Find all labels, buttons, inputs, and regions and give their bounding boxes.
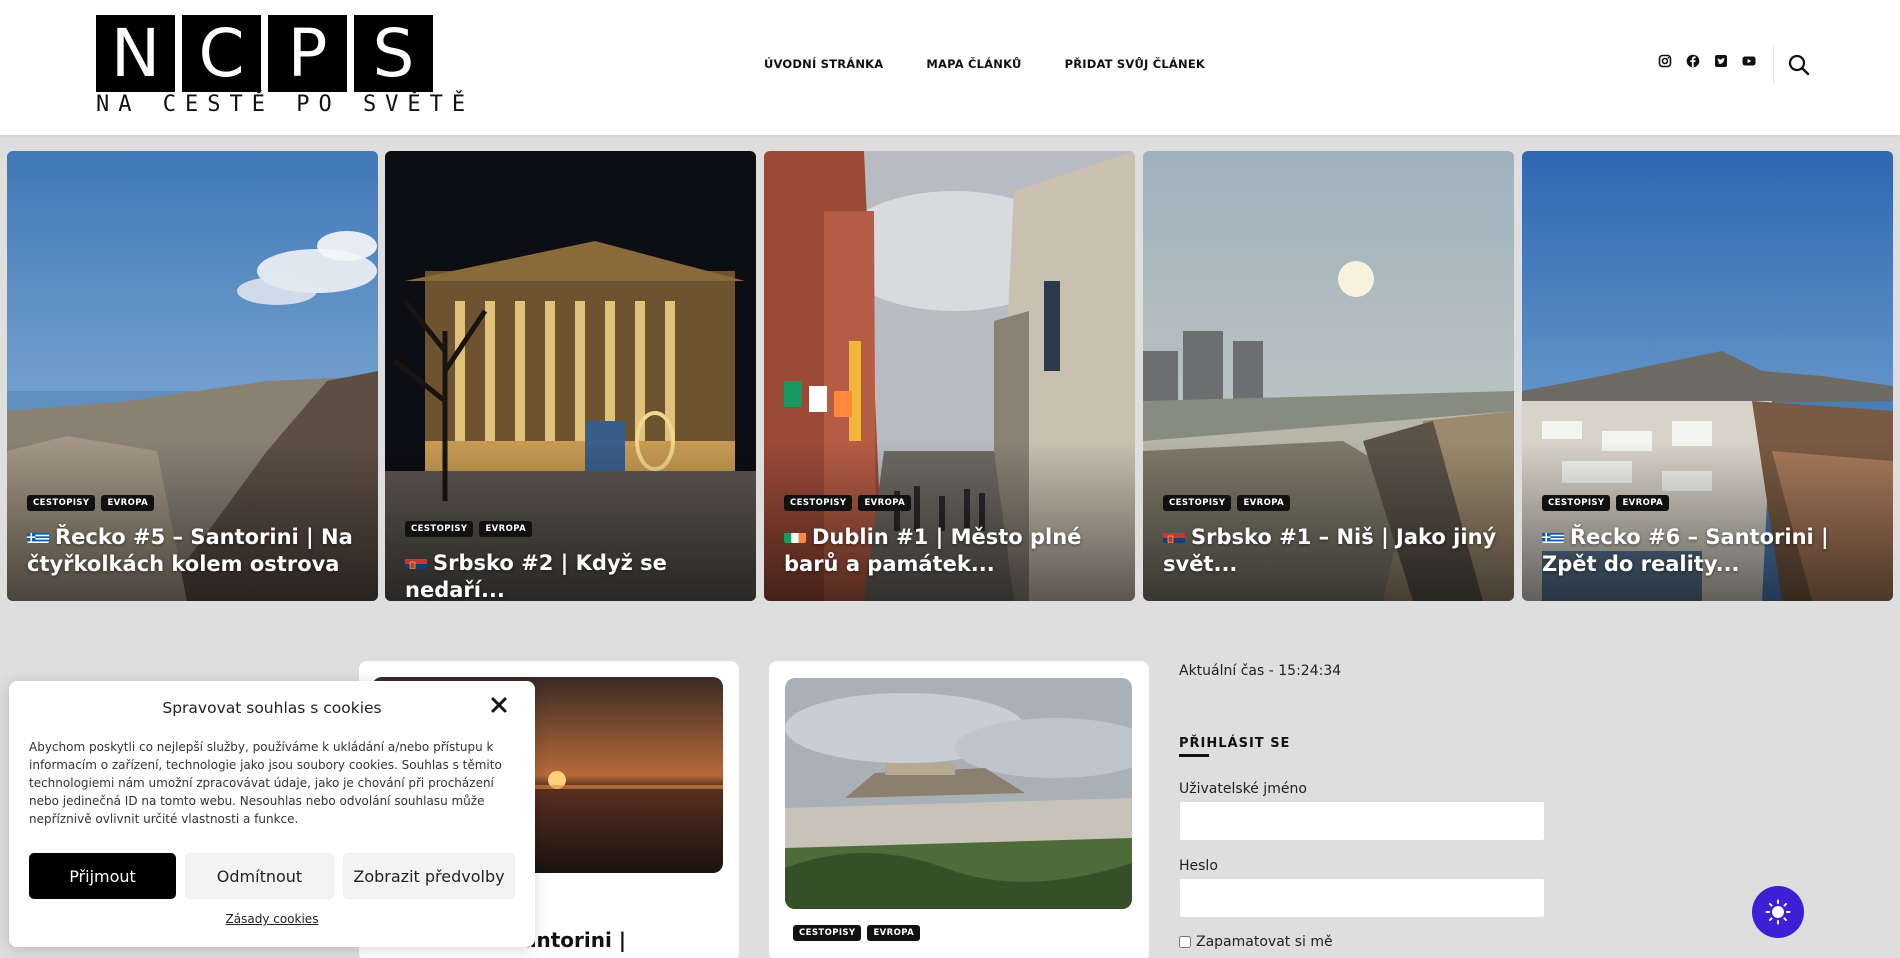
cookie-description: Abychom poskytli co nejlepší služby, pou… bbox=[29, 740, 502, 826]
category-tag[interactable]: CESTOPISY bbox=[793, 925, 862, 941]
greece-flag-icon bbox=[1542, 528, 1564, 543]
slide-title[interactable]: Řecko #6 – Santorini | Zpět do reality..… bbox=[1542, 524, 1879, 578]
slide-title-text: Řecko #5 – Santorini | Na čtyřkolkách ko… bbox=[27, 525, 353, 576]
youtube-icon[interactable] bbox=[1742, 53, 1756, 67]
slide-title[interactable]: Řecko #5 – Santorini | Na čtyřkolkách ko… bbox=[27, 524, 364, 578]
main-nav: ÚVODNÍ STRÁNKA MAPA ČLÁNKŮ PŘIDAT SVŮJ Č… bbox=[764, 57, 1205, 71]
slider-card[interactable]: CESTOPISY EVROPA Řecko #6 – Santorini | … bbox=[1522, 151, 1893, 601]
slider-card[interactable]: CESTOPISY EVROPA Srbsko #1 – Niš | Jako … bbox=[1143, 151, 1514, 601]
category-tag[interactable]: CESTOPISY bbox=[1542, 495, 1611, 511]
social-links bbox=[1658, 53, 1756, 68]
category-tag[interactable]: CESTOPISY bbox=[1163, 495, 1232, 511]
greece-flag-icon bbox=[27, 528, 49, 543]
category-tag[interactable]: CESTOPISY bbox=[405, 521, 474, 537]
username-input[interactable] bbox=[1179, 801, 1545, 841]
logo-letter: S bbox=[354, 15, 433, 92]
nav-add-article[interactable]: PŘIDAT SVŮJ ČLÁNEK bbox=[1065, 57, 1205, 71]
slide-title[interactable]: Srbsko #2 | Když se nedaří... bbox=[405, 550, 742, 601]
slide-categories: CESTOPISY EVROPA bbox=[1542, 495, 1670, 511]
preferences-button[interactable]: Zobrazit předvolby bbox=[343, 853, 515, 899]
slide-title-text: Dublin #1 | Město plné barů a památek... bbox=[784, 525, 1082, 576]
cookie-policy-link[interactable]: Zásady cookies bbox=[9, 912, 535, 926]
slider-card[interactable]: CESTOPISY EVROPA Dublin #1 | Město plné … bbox=[764, 151, 1135, 601]
slide-categories: CESTOPISY EVROPA bbox=[27, 495, 155, 511]
nav-home[interactable]: ÚVODNÍ STRÁNKA bbox=[764, 57, 883, 71]
category-tag[interactable]: EVROPA bbox=[1237, 495, 1291, 511]
category-tag[interactable]: EVROPA bbox=[1616, 495, 1670, 511]
ireland-flag-icon bbox=[784, 528, 806, 543]
slide-title-text: Řecko #6 – Santorini | Zpět do reality..… bbox=[1542, 525, 1829, 576]
header-divider bbox=[1773, 46, 1774, 84]
site-header: N C P S NA CESTĚ PO SVĚTĚ ÚVODNÍ STRÁNKA… bbox=[0, 0, 1900, 135]
search-icon[interactable] bbox=[1787, 53, 1811, 77]
slide-categories: CESTOPISY EVROPA bbox=[405, 521, 533, 537]
sun-icon bbox=[1765, 899, 1791, 925]
remember-checkbox[interactable] bbox=[1179, 936, 1191, 948]
cookie-title: Spravovat souhlas s cookies bbox=[162, 699, 382, 717]
slide-title-text: Srbsko #2 | Když se nedaří... bbox=[405, 551, 667, 601]
category-tag[interactable]: CESTOPISY bbox=[784, 495, 853, 511]
slide-categories: CESTOPISY EVROPA bbox=[1163, 495, 1291, 511]
slide-title-text: Srbsko #1 – Niš | Jako jiný svět... bbox=[1163, 525, 1497, 576]
dark-mode-toggle[interactable] bbox=[1752, 886, 1804, 938]
twitter-icon[interactable] bbox=[1714, 53, 1728, 67]
slide-title[interactable]: Dublin #1 | Město plné barů a památek... bbox=[784, 524, 1121, 578]
post-categories: CESTOPISY EVROPA bbox=[793, 925, 921, 941]
cookie-actions: Přijmout Odmítnout Zobrazit předvolby bbox=[29, 853, 515, 899]
category-tag[interactable]: EVROPA bbox=[479, 521, 533, 537]
post-card[interactable]: CESTOPISY EVROPA bbox=[769, 661, 1149, 958]
facebook-icon[interactable] bbox=[1686, 53, 1700, 68]
category-tag[interactable]: EVROPA bbox=[858, 495, 912, 511]
logo-letter: N bbox=[96, 15, 175, 92]
featured-slider: CESTOPISY EVROPA Řecko #5 – Santorini | … bbox=[7, 151, 1893, 601]
deny-button[interactable]: Odmítnout bbox=[185, 853, 334, 899]
password-label: Heslo bbox=[1179, 858, 1218, 874]
current-time: Aktuální čas - 15:24:34 bbox=[1179, 663, 1342, 679]
slider-card[interactable]: CESTOPISY EVROPA Srbsko #2 | Když se ned… bbox=[385, 151, 756, 601]
remember-me[interactable]: Zapamatovat si mě bbox=[1179, 934, 1333, 950]
nav-article-map[interactable]: MAPA ČLÁNKŮ bbox=[926, 57, 1021, 71]
serbia-flag-icon bbox=[405, 554, 427, 569]
accept-button[interactable]: Přijmout bbox=[29, 853, 176, 899]
post-title[interactable]: antorini | bbox=[523, 926, 626, 954]
category-tag[interactable]: CESTOPISY bbox=[27, 495, 96, 511]
category-tag[interactable]: EVROPA bbox=[867, 925, 921, 941]
site-logo[interactable]: N C P S NA CESTĚ PO SVĚTĚ bbox=[96, 15, 475, 117]
slide-categories: CESTOPISY EVROPA bbox=[784, 495, 912, 511]
post-thumbnail[interactable] bbox=[785, 678, 1132, 909]
logo-letter: P bbox=[268, 15, 347, 92]
logo-letter: C bbox=[182, 15, 261, 92]
heading-underline bbox=[1179, 754, 1209, 757]
username-label: Uživatelské jméno bbox=[1179, 781, 1307, 797]
cookie-consent-banner: Spravovat souhlas s cookies Abychom posk… bbox=[9, 681, 535, 947]
slider-card[interactable]: CESTOPISY EVROPA Řecko #5 – Santorini | … bbox=[7, 151, 378, 601]
close-icon[interactable] bbox=[489, 695, 509, 715]
password-input[interactable] bbox=[1179, 878, 1545, 918]
remember-label: Zapamatovat si mě bbox=[1196, 934, 1333, 950]
serbia-flag-icon bbox=[1163, 528, 1185, 543]
login-heading: PŘIHLÁSIT SE bbox=[1179, 736, 1291, 751]
instagram-icon[interactable] bbox=[1658, 53, 1672, 68]
category-tag[interactable]: EVROPA bbox=[101, 495, 155, 511]
slide-title[interactable]: Srbsko #1 – Niš | Jako jiný svět... bbox=[1163, 524, 1500, 578]
logo-subtitle: NA CESTĚ PO SVĚTĚ bbox=[96, 92, 475, 117]
